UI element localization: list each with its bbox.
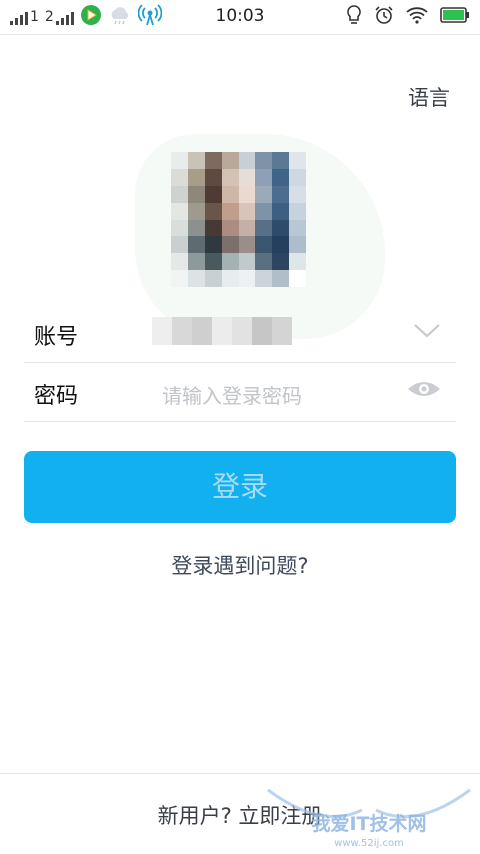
avatar-pixel	[187, 202, 205, 220]
avatar-pixel	[272, 152, 290, 169]
avatar-pixel	[272, 270, 290, 287]
avatar-pixel	[272, 253, 290, 271]
avatar-pixel	[221, 202, 239, 220]
avatar-pixel	[171, 152, 188, 169]
avatar-pixel	[221, 236, 239, 254]
bulb-icon	[346, 4, 362, 30]
avatar-pixel	[289, 152, 306, 169]
avatar-pixel	[272, 236, 290, 254]
avatar-pixel	[204, 168, 222, 186]
avatar-pixel	[171, 270, 188, 287]
battery-icon	[440, 7, 470, 27]
avatar-pixel	[289, 270, 306, 287]
avatar-pixel	[255, 185, 273, 203]
status-bar: 1 2 10:03	[0, 0, 480, 35]
account-row[interactable]: 账号	[24, 304, 456, 363]
avatar-pixel	[238, 270, 256, 287]
avatar-pixel	[221, 185, 239, 203]
avatar-pixel	[204, 253, 222, 271]
status-right	[346, 4, 470, 30]
alarm-icon	[374, 5, 394, 29]
avatar-pixel	[272, 219, 290, 237]
avatar-pixel	[255, 219, 273, 237]
language-button[interactable]: 语言	[408, 82, 450, 112]
avatar-pixel	[204, 270, 222, 287]
avatar[interactable]	[171, 152, 306, 287]
avatar-pixel	[238, 185, 256, 203]
avatar-pixel	[238, 152, 256, 169]
avatar-pixel	[238, 219, 256, 237]
avatar-pixel	[171, 253, 188, 271]
avatar-pixel	[255, 270, 273, 287]
avatar-pixel	[272, 168, 290, 186]
account-label: 账号	[34, 325, 79, 350]
avatar-pixel	[238, 253, 256, 271]
avatar-pixel	[289, 219, 306, 237]
password-input[interactable]: 请输入登录密码	[162, 380, 302, 409]
avatar-pixel	[187, 168, 205, 186]
avatar-pixel	[171, 168, 188, 186]
avatar-pixel	[187, 270, 205, 287]
avatar-pixel	[289, 168, 306, 186]
login-button[interactable]: 登录	[24, 451, 456, 523]
avatar-pixel	[221, 253, 239, 271]
avatar-pixel	[187, 185, 205, 203]
avatar-pixel	[238, 168, 256, 186]
register-link[interactable]: 新用户? 立即注册	[0, 800, 480, 830]
avatar-pixel	[289, 236, 306, 254]
avatar-pixel	[187, 219, 205, 237]
login-trouble-link[interactable]: 登录遇到问题?	[0, 550, 480, 580]
avatar-pixel	[289, 202, 306, 220]
avatar-pixel	[221, 270, 239, 287]
avatar-pixel	[272, 202, 290, 220]
avatar-pixel	[221, 152, 239, 169]
avatar-pixel	[204, 236, 222, 254]
chevron-down-icon[interactable]	[412, 318, 442, 346]
avatar-pixel	[204, 219, 222, 237]
avatar-pixel	[289, 253, 306, 271]
avatar-pixel	[171, 219, 188, 237]
avatar-pixel	[171, 202, 188, 220]
avatar-pixel	[171, 236, 188, 254]
avatar-pixel	[221, 168, 239, 186]
divider	[0, 773, 480, 774]
avatar-pixel	[171, 185, 188, 203]
avatar-pixel	[204, 185, 222, 203]
password-row[interactable]: 密码 请输入登录密码	[24, 363, 456, 422]
avatar-pixel	[204, 202, 222, 220]
password-label: 密码	[34, 384, 79, 409]
avatar-pixel	[255, 152, 273, 169]
wifi-icon	[406, 6, 428, 28]
avatar-pixel	[221, 219, 239, 237]
watermark-subtext: www.52ij.com	[334, 838, 404, 849]
avatar-pixel	[289, 185, 306, 203]
avatar-pixel	[238, 236, 256, 254]
account-field[interactable]	[152, 317, 292, 345]
avatar-pixel	[187, 152, 205, 169]
avatar-pixel	[238, 202, 256, 220]
avatar-pixel	[204, 152, 222, 169]
avatar-pixel	[255, 168, 273, 186]
avatar-pixel	[255, 253, 273, 271]
eye-icon[interactable]	[406, 377, 442, 405]
avatar-pixel	[272, 185, 290, 203]
avatar-pixel	[187, 236, 205, 254]
avatar-pixel	[187, 253, 205, 271]
avatar-pixel	[255, 202, 273, 220]
avatar-pixel	[255, 236, 273, 254]
